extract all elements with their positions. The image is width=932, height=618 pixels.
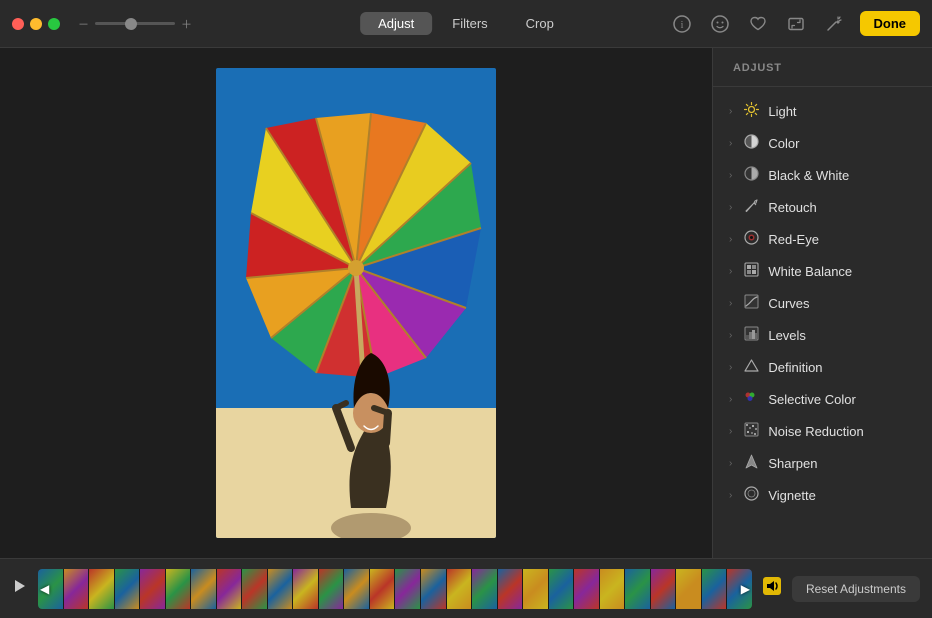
- adjust-item-whitebalance[interactable]: › White Balance: [713, 255, 932, 287]
- traffic-lights: [12, 18, 60, 30]
- adjust-item-vignette[interactable]: › Vignette: [713, 479, 932, 511]
- adjust-item-noisereduction[interactable]: › Noise Reduction: [713, 415, 932, 447]
- photo-image: [216, 68, 496, 538]
- aspect-ratio-button[interactable]: [784, 12, 808, 36]
- main-content: ADJUST ›: [0, 48, 932, 558]
- adjust-item-sharpen[interactable]: › Sharpen: [713, 447, 932, 479]
- tab-filters[interactable]: Filters: [434, 12, 505, 35]
- curves-icon: [742, 294, 760, 312]
- tab-crop[interactable]: Crop: [508, 12, 572, 35]
- svg-text:i: i: [680, 20, 683, 31]
- chevron-icon-color: ›: [729, 138, 732, 149]
- adjust-item-levels[interactable]: › Levels: [713, 319, 932, 351]
- whitebalance-icon: [742, 262, 760, 280]
- zoom-in-icon: ＋: [181, 16, 192, 32]
- chevron-icon-redeye: ›: [729, 234, 732, 245]
- chevron-icon-retouch: ›: [729, 202, 732, 213]
- filmstrip[interactable]: ◀ ▶: [38, 569, 752, 609]
- redeye-icon: [742, 230, 760, 248]
- center-tabs: Adjust Filters Crop: [360, 12, 572, 35]
- adjust-item-definition[interactable]: › Definition: [713, 351, 932, 383]
- done-button[interactable]: Done: [860, 11, 921, 36]
- adjust-label-sharpen: Sharpen: [768, 456, 817, 471]
- adjust-item-retouch[interactable]: › Retouch: [713, 191, 932, 223]
- chevron-icon-sharpen: ›: [729, 458, 732, 469]
- magic-wand-button[interactable]: [822, 12, 846, 36]
- photo-container: [216, 68, 496, 538]
- adjust-item-color[interactable]: › Color: [713, 127, 932, 159]
- chevron-icon-selectivecolor: ›: [729, 394, 732, 405]
- filmstrip-frames: [38, 569, 752, 609]
- adjust-item-selectivecolor[interactable]: › Selective Color: [713, 383, 932, 415]
- bottom-bar: ◀ ▶ Reset Adjustments: [0, 558, 932, 618]
- play-button[interactable]: [12, 578, 28, 599]
- adjust-item-redeye[interactable]: › Red-Eye: [713, 223, 932, 255]
- adjust-label-curves: Curves: [768, 296, 809, 311]
- emoji-button[interactable]: [708, 12, 732, 36]
- chevron-icon-bw: ›: [729, 170, 732, 181]
- levels-icon: [742, 326, 760, 344]
- chevron-icon-curves: ›: [729, 298, 732, 309]
- heart-button[interactable]: [746, 12, 770, 36]
- light-icon: [742, 102, 760, 120]
- right-toolbar: i: [670, 11, 921, 36]
- close-button[interactable]: [12, 18, 24, 30]
- vignette-icon: [742, 486, 760, 504]
- noisereduction-icon: [742, 422, 760, 440]
- adjust-label-noisereduction: Noise Reduction: [768, 424, 863, 439]
- adjust-label-light: Light: [768, 104, 796, 119]
- adjust-list: › Light ›: [713, 91, 932, 558]
- adjust-item-bw[interactable]: › Black & White: [713, 159, 932, 191]
- reset-adjustments-button[interactable]: Reset Adjustments: [792, 576, 920, 602]
- minimize-button[interactable]: [30, 18, 42, 30]
- chevron-icon-definition: ›: [729, 362, 732, 373]
- chevron-icon-noisereduction: ›: [729, 426, 732, 437]
- zoom-out-icon: －: [78, 16, 89, 32]
- retouch-icon: [742, 198, 760, 216]
- adjust-label-retouch: Retouch: [768, 200, 816, 215]
- info-button[interactable]: i: [670, 12, 694, 36]
- sharpen-icon: [742, 454, 760, 472]
- adjust-label-vignette: Vignette: [768, 488, 815, 503]
- adjust-label-color: Color: [768, 136, 799, 151]
- panel-title: ADJUST: [713, 48, 932, 82]
- adjust-item-curves[interactable]: › Curves: [713, 287, 932, 319]
- panel-divider: [713, 86, 932, 87]
- titlebar: － ＋ Adjust Filters Crop i: [0, 0, 932, 48]
- selectivecolor-icon: [742, 390, 760, 408]
- slider-track[interactable]: [95, 22, 175, 25]
- definition-icon: [742, 358, 760, 376]
- bw-icon: [742, 166, 760, 184]
- adjust-label-redeye: Red-Eye: [768, 232, 819, 247]
- adjust-item-light[interactable]: › Light: [713, 95, 932, 127]
- tab-adjust[interactable]: Adjust: [360, 12, 432, 35]
- color-icon: [742, 134, 760, 152]
- adjust-label-definition: Definition: [768, 360, 822, 375]
- adjust-label-bw: Black & White: [768, 168, 849, 183]
- chevron-icon-vignette: ›: [729, 490, 732, 501]
- zoom-slider[interactable]: － ＋: [78, 16, 192, 32]
- chevron-icon-levels: ›: [729, 330, 732, 341]
- right-panel: ADJUST ›: [712, 48, 932, 558]
- adjust-label-selectivecolor: Selective Color: [768, 392, 855, 407]
- adjust-label-levels: Levels: [768, 328, 806, 343]
- slider-thumb[interactable]: [125, 18, 137, 30]
- chevron-icon-whitebalance: ›: [729, 266, 732, 277]
- maximize-button[interactable]: [48, 18, 60, 30]
- chevron-icon-light: ›: [729, 106, 732, 117]
- volume-button[interactable]: [762, 576, 782, 601]
- adjust-label-whitebalance: White Balance: [768, 264, 852, 279]
- photo-area: [0, 48, 712, 558]
